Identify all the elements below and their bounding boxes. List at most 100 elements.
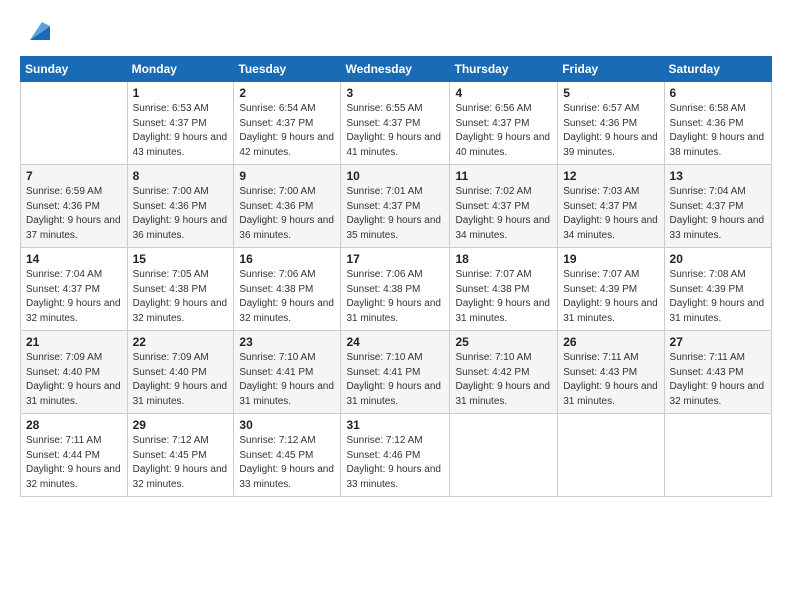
calendar-cell: 13 Sunrise: 7:04 AMSunset: 4:37 PMDayligh… [664, 165, 771, 248]
calendar-cell: 21Sunrise: 7:09 AMSunset: 4:40 PMDayligh… [21, 331, 128, 414]
day-info: Sunrise: 7:04 AMSunset: 4:37 PMDaylight:… [26, 268, 122, 326]
day-info: Sunrise: 7:12 AMSunset: 4:45 PMDaylight:… [133, 434, 229, 492]
calendar-cell: 24 Sunrise: 7:10 AMSunset: 4:41 PMDayligh… [341, 331, 450, 414]
day-info: Sunrise: 7:12 AMSunset: 4:45 PMDaylight:… [239, 434, 335, 492]
calendar-cell: 4 Sunrise: 6:56 AMSunset: 4:37 PMDaylight… [450, 82, 558, 165]
day-number: 1 [133, 86, 229, 100]
day-number: 2 [239, 86, 335, 100]
calendar-cell: 15 Sunrise: 7:05 AMSunset: 4:38 PMDayligh… [127, 248, 234, 331]
day-info: Sunrise: 7:00 AMSunset: 4:36 PMDaylight:… [239, 185, 335, 243]
calendar-cell [21, 82, 128, 165]
day-number: 3 [346, 86, 444, 100]
day-number: 4 [455, 86, 552, 100]
day-number: 30 [239, 418, 335, 432]
day-number: 11 [455, 169, 552, 183]
day-info: Sunrise: 6:58 AMSunset: 4:36 PMDaylight:… [670, 102, 766, 160]
calendar-cell: 5 Sunrise: 6:57 AMSunset: 4:36 PMDaylight… [558, 82, 664, 165]
day-info: Sunrise: 7:05 AMSunset: 4:38 PMDaylight:… [133, 268, 229, 326]
calendar-cell [664, 414, 771, 497]
day-info: Sunrise: 7:06 AMSunset: 4:38 PMDaylight:… [239, 268, 335, 326]
calendar-cell: 9 Sunrise: 7:00 AMSunset: 4:36 PMDaylight… [234, 165, 341, 248]
day-info: Sunrise: 7:10 AMSunset: 4:42 PMDaylight:… [455, 351, 552, 409]
calendar-cell: 11 Sunrise: 7:02 AMSunset: 4:37 PMDayligh… [450, 165, 558, 248]
calendar-header-sunday: Sunday [21, 57, 128, 82]
day-number: 9 [239, 169, 335, 183]
calendar-week-row: 14Sunrise: 7:04 AMSunset: 4:37 PMDayligh… [21, 248, 772, 331]
day-number: 16 [239, 252, 335, 266]
calendar-cell: 1Sunrise: 6:53 AMSunset: 4:37 PMDaylight… [127, 82, 234, 165]
calendar-cell: 2 Sunrise: 6:54 AMSunset: 4:37 PMDaylight… [234, 82, 341, 165]
calendar-week-row: 21Sunrise: 7:09 AMSunset: 4:40 PMDayligh… [21, 331, 772, 414]
day-info: Sunrise: 7:11 AMSunset: 4:44 PMDaylight:… [26, 434, 122, 492]
day-number: 29 [133, 418, 229, 432]
day-info: Sunrise: 7:11 AMSunset: 4:43 PMDaylight:… [563, 351, 658, 409]
calendar-header-saturday: Saturday [664, 57, 771, 82]
day-info: Sunrise: 7:04 AMSunset: 4:37 PMDaylight:… [670, 185, 766, 243]
day-info: Sunrise: 6:54 AMSunset: 4:37 PMDaylight:… [239, 102, 335, 160]
calendar-week-row: 28 Sunrise: 7:11 AMSunset: 4:44 PMDayligh… [21, 414, 772, 497]
calendar-week-row: 7 Sunrise: 6:59 AMSunset: 4:36 PMDaylight… [21, 165, 772, 248]
calendar-cell: 8 Sunrise: 7:00 AMSunset: 4:36 PMDaylight… [127, 165, 234, 248]
calendar-cell [558, 414, 664, 497]
day-info: Sunrise: 6:55 AMSunset: 4:37 PMDaylight:… [346, 102, 444, 160]
day-number: 24 [346, 335, 444, 349]
calendar-cell: 16 Sunrise: 7:06 AMSunset: 4:38 PMDayligh… [234, 248, 341, 331]
day-info: Sunrise: 7:08 AMSunset: 4:39 PMDaylight:… [670, 268, 766, 326]
day-number: 10 [346, 169, 444, 183]
day-number: 12 [563, 169, 658, 183]
day-info: Sunrise: 7:07 AMSunset: 4:39 PMDaylight:… [563, 268, 658, 326]
day-number: 8 [133, 169, 229, 183]
day-info: Sunrise: 6:56 AMSunset: 4:37 PMDaylight:… [455, 102, 552, 160]
page-container: SundayMondayTuesdayWednesdayThursdayFrid… [0, 0, 792, 612]
calendar-cell [450, 414, 558, 497]
calendar-cell: 20Sunrise: 7:08 AMSunset: 4:39 PMDayligh… [664, 248, 771, 331]
day-number: 13 [670, 169, 766, 183]
day-info: Sunrise: 6:59 AMSunset: 4:36 PMDaylight:… [26, 185, 122, 243]
calendar-table: SundayMondayTuesdayWednesdayThursdayFrid… [20, 56, 772, 497]
calendar-week-row: 1Sunrise: 6:53 AMSunset: 4:37 PMDaylight… [21, 82, 772, 165]
calendar-cell: 27Sunrise: 7:11 AMSunset: 4:43 PMDayligh… [664, 331, 771, 414]
calendar-header-tuesday: Tuesday [234, 57, 341, 82]
calendar-cell: 10 Sunrise: 7:01 AMSunset: 4:37 PMDayligh… [341, 165, 450, 248]
day-info: Sunrise: 7:12 AMSunset: 4:46 PMDaylight:… [346, 434, 444, 492]
page-header [20, 18, 772, 46]
day-number: 28 [26, 418, 122, 432]
day-number: 7 [26, 169, 122, 183]
day-info: Sunrise: 7:09 AMSunset: 4:40 PMDaylight:… [26, 351, 122, 409]
day-number: 15 [133, 252, 229, 266]
calendar-cell: 28 Sunrise: 7:11 AMSunset: 4:44 PMDayligh… [21, 414, 128, 497]
calendar-cell: 7 Sunrise: 6:59 AMSunset: 4:36 PMDaylight… [21, 165, 128, 248]
calendar-cell: 23 Sunrise: 7:10 AMSunset: 4:41 PMDayligh… [234, 331, 341, 414]
day-number: 23 [239, 335, 335, 349]
calendar-header-monday: Monday [127, 57, 234, 82]
day-info: Sunrise: 7:10 AMSunset: 4:41 PMDaylight:… [346, 351, 444, 409]
day-info: Sunrise: 7:01 AMSunset: 4:37 PMDaylight:… [346, 185, 444, 243]
day-info: Sunrise: 7:10 AMSunset: 4:41 PMDaylight:… [239, 351, 335, 409]
logo-icon [22, 18, 50, 46]
logo [20, 18, 50, 46]
day-number: 31 [346, 418, 444, 432]
day-info: Sunrise: 7:00 AMSunset: 4:36 PMDaylight:… [133, 185, 229, 243]
day-number: 22 [133, 335, 229, 349]
calendar-cell: 19 Sunrise: 7:07 AMSunset: 4:39 PMDayligh… [558, 248, 664, 331]
day-info: Sunrise: 7:02 AMSunset: 4:37 PMDaylight:… [455, 185, 552, 243]
calendar-cell: 6 Sunrise: 6:58 AMSunset: 4:36 PMDaylight… [664, 82, 771, 165]
calendar-cell: 14Sunrise: 7:04 AMSunset: 4:37 PMDayligh… [21, 248, 128, 331]
day-number: 25 [455, 335, 552, 349]
calendar-header-friday: Friday [558, 57, 664, 82]
calendar-header-wednesday: Wednesday [341, 57, 450, 82]
day-number: 5 [563, 86, 658, 100]
day-info: Sunrise: 7:07 AMSunset: 4:38 PMDaylight:… [455, 268, 552, 326]
calendar-cell: 22 Sunrise: 7:09 AMSunset: 4:40 PMDayligh… [127, 331, 234, 414]
calendar-cell: 29 Sunrise: 7:12 AMSunset: 4:45 PMDayligh… [127, 414, 234, 497]
calendar-cell: 30 Sunrise: 7:12 AMSunset: 4:45 PMDayligh… [234, 414, 341, 497]
day-info: Sunrise: 6:57 AMSunset: 4:36 PMDaylight:… [563, 102, 658, 160]
calendar-cell: 17Sunrise: 7:06 AMSunset: 4:38 PMDayligh… [341, 248, 450, 331]
day-info: Sunrise: 7:11 AMSunset: 4:43 PMDaylight:… [670, 351, 766, 409]
day-number: 6 [670, 86, 766, 100]
calendar-cell: 18Sunrise: 7:07 AMSunset: 4:38 PMDayligh… [450, 248, 558, 331]
day-number: 19 [563, 252, 658, 266]
day-info: Sunrise: 7:09 AMSunset: 4:40 PMDaylight:… [133, 351, 229, 409]
day-number: 26 [563, 335, 658, 349]
calendar-header-thursday: Thursday [450, 57, 558, 82]
